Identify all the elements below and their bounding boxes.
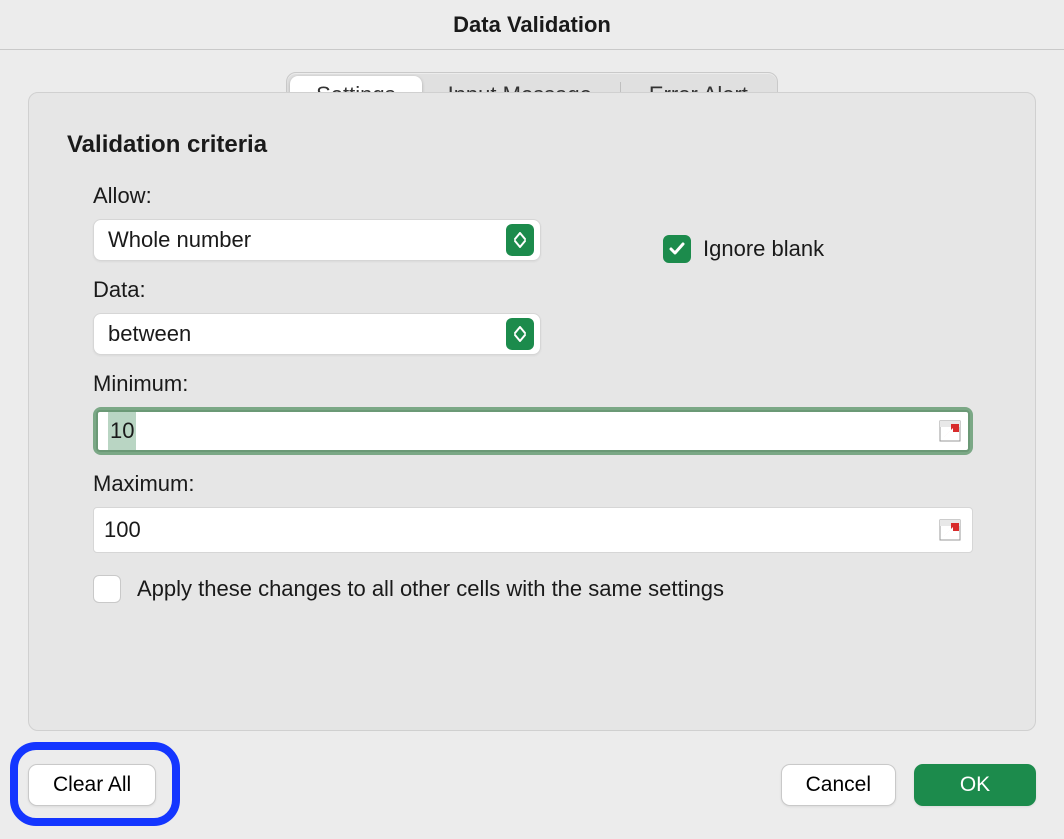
allow-select[interactable]: Whole number <box>93 219 541 261</box>
cancel-button[interactable]: Cancel <box>781 764 896 806</box>
apply-checkbox[interactable] <box>93 575 121 603</box>
section-title: Validation criteria <box>67 131 997 159</box>
updown-stepper-icon <box>506 224 534 256</box>
allow-label: Allow: <box>93 183 997 209</box>
updown-stepper-icon <box>506 318 534 350</box>
settings-panel: Validation criteria Allow: Whole number … <box>28 92 1036 731</box>
title-bar: Data Validation <box>0 0 1064 50</box>
ignore-blank-row: Ignore blank <box>663 235 824 263</box>
maximum-label: Maximum: <box>93 471 997 497</box>
button-label: Cancel <box>806 773 871 797</box>
ignore-blank-label: Ignore blank <box>703 236 824 262</box>
ok-button[interactable]: OK <box>914 764 1036 806</box>
apply-row: Apply these changes to all other cells w… <box>93 575 997 603</box>
allow-value: Whole number <box>108 227 506 253</box>
minimum-input-wrap: 10 <box>93 407 973 455</box>
form-area: Allow: Whole number Ignore blank Data: <box>93 183 997 603</box>
range-picker-icon[interactable] <box>939 420 961 442</box>
clear-all-button[interactable]: Clear All <box>28 764 156 806</box>
minimum-label: Minimum: <box>93 371 997 397</box>
button-label: Clear All <box>53 773 131 797</box>
window-title: Data Validation <box>453 12 611 38</box>
maximum-value: 100 <box>104 517 141 543</box>
button-label: OK <box>960 773 990 797</box>
data-label: Data: <box>93 277 997 303</box>
maximum-input[interactable]: 100 <box>93 507 973 553</box>
minimum-input[interactable]: 10 <box>96 410 970 452</box>
apply-label: Apply these changes to all other cells w… <box>137 576 724 602</box>
check-icon <box>668 240 686 258</box>
minimum-value: 10 <box>108 412 136 450</box>
dialog-footer: Clear All Cancel OK <box>0 731 1064 839</box>
ignore-blank-checkbox[interactable] <box>663 235 691 263</box>
data-select[interactable]: between <box>93 313 541 355</box>
maximum-input-wrap: 100 <box>93 507 973 553</box>
data-value: between <box>108 321 506 347</box>
range-picker-icon[interactable] <box>939 519 961 541</box>
